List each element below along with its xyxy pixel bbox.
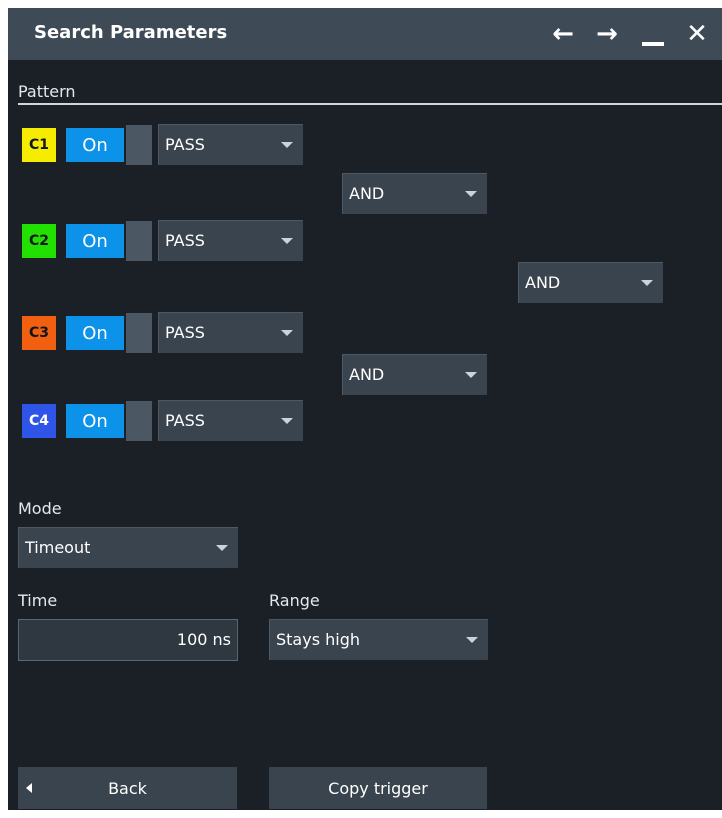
caret-left-icon	[26, 783, 32, 793]
minimize-icon[interactable]	[638, 18, 668, 50]
channel-c3-on-toggle[interactable]: On	[66, 316, 124, 350]
channel-c2-condition-dropdown[interactable]: PASS	[158, 220, 303, 261]
channel-c4-condition-dropdown[interactable]: PASS	[158, 400, 303, 441]
channel-c3-toggle-handle[interactable]	[126, 313, 152, 353]
chevron-down-icon	[281, 418, 293, 424]
arrow-left-icon[interactable]: ←	[548, 18, 578, 50]
logic-c1-c2-value: AND	[349, 184, 385, 203]
search-parameters-dialog: Search Parameters ← → ✕ Pattern C1 On PA…	[8, 8, 722, 810]
channel-c3-badge: C3	[22, 316, 56, 350]
chevron-down-icon	[281, 238, 293, 244]
channel-c1-toggle-handle[interactable]	[126, 125, 152, 165]
chevron-down-icon	[466, 637, 478, 643]
mode-value: Timeout	[25, 538, 91, 557]
channel-c4-toggle-handle[interactable]	[126, 401, 152, 441]
channel-c3-condition-dropdown[interactable]: PASS	[158, 312, 303, 353]
range-value: Stays high	[276, 630, 361, 649]
pattern-divider	[18, 103, 722, 105]
logic-c3-c4-value: AND	[349, 365, 385, 384]
time-label: Time	[18, 591, 58, 610]
channel-c4-badge: C4	[22, 404, 56, 438]
logic-c3-c4-dropdown[interactable]: AND	[342, 354, 487, 395]
back-button-label: Back	[108, 778, 147, 798]
mode-label: Mode	[18, 499, 62, 518]
channel-c2-on-toggle[interactable]: On	[66, 224, 124, 258]
chevron-down-icon	[641, 280, 653, 286]
channel-c4-on-toggle[interactable]: On	[66, 404, 124, 438]
channel-c4-condition-value: PASS	[165, 411, 205, 430]
time-value: 100 ns	[176, 630, 231, 649]
chevron-down-icon	[465, 372, 477, 378]
range-dropdown[interactable]: Stays high	[269, 619, 488, 660]
title-bar: Search Parameters ← → ✕	[8, 8, 722, 60]
time-input[interactable]: 100 ns	[18, 619, 238, 661]
chevron-down-icon	[281, 330, 293, 336]
logic-final-value: AND	[525, 273, 561, 292]
logic-c1-c2-dropdown[interactable]: AND	[342, 173, 487, 214]
dialog-title: Search Parameters	[34, 22, 228, 43]
pattern-label: Pattern	[18, 82, 76, 101]
logic-final-dropdown[interactable]: AND	[518, 262, 663, 303]
channel-c1-condition-dropdown[interactable]: PASS	[158, 124, 303, 165]
channel-c2-badge: C2	[22, 224, 56, 258]
channel-c2-condition-value: PASS	[165, 231, 205, 250]
chevron-down-icon	[465, 191, 477, 197]
range-label: Range	[269, 591, 320, 610]
back-button[interactable]: Back	[18, 767, 237, 809]
channel-c3-condition-value: PASS	[165, 323, 205, 342]
mode-dropdown[interactable]: Timeout	[18, 527, 238, 568]
copy-trigger-button[interactable]: Copy trigger	[269, 767, 487, 809]
close-icon[interactable]: ✕	[682, 18, 712, 50]
channel-c1-on-toggle[interactable]: On	[66, 128, 124, 162]
channel-c1-badge: C1	[22, 128, 56, 162]
chevron-down-icon	[281, 142, 293, 148]
chevron-down-icon	[216, 545, 228, 551]
channel-c1-condition-value: PASS	[165, 135, 205, 154]
channel-c2-toggle-handle[interactable]	[126, 221, 152, 261]
arrow-right-icon[interactable]: →	[592, 18, 622, 50]
